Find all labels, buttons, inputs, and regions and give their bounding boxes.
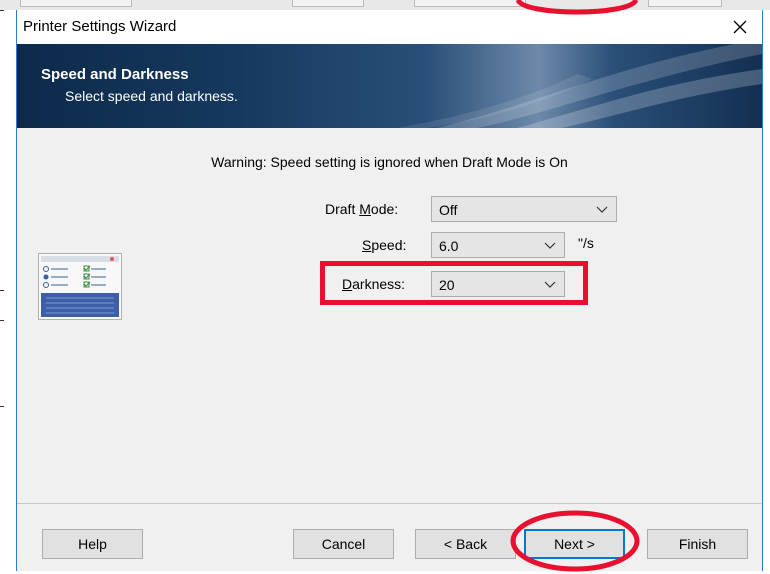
- speed-value: 6.0: [439, 238, 459, 254]
- settings-list-icon: [38, 253, 122, 320]
- background-tab: [414, 0, 526, 7]
- chevron-down-icon: [544, 242, 556, 249]
- draft-mode-label: Draft Mode:: [325, 201, 399, 217]
- speed-label: Speed:: [362, 237, 407, 253]
- banner-subtitle: Select speed and darkness.: [65, 88, 238, 104]
- banner-swoosh-graphic: [397, 44, 762, 128]
- draft-mode-value: Off: [439, 202, 458, 218]
- darkness-dropdown[interactable]: 20: [431, 271, 565, 297]
- darkness-value: 20: [439, 277, 455, 293]
- background-tab: [20, 0, 132, 7]
- next-button[interactable]: Next >: [524, 529, 625, 559]
- background-tab: [292, 0, 364, 7]
- speed-unit-label: "/s: [578, 235, 594, 251]
- close-icon: [733, 20, 747, 34]
- chevron-down-icon: [544, 281, 556, 288]
- close-button[interactable]: [718, 10, 762, 44]
- banner-title: Speed and Darkness: [41, 66, 189, 83]
- chevron-down-icon: [596, 206, 608, 213]
- finish-button[interactable]: Finish: [647, 529, 748, 559]
- speed-dropdown[interactable]: 6.0: [431, 232, 565, 258]
- speed-warning-text: Warning: Speed setting is ignored when D…: [211, 154, 568, 170]
- background-right-edge: [764, 10, 770, 571]
- footer-divider: [17, 503, 762, 504]
- darkness-label: Darkness:: [342, 276, 406, 292]
- help-button[interactable]: Help: [42, 529, 143, 559]
- background-left-edge: [0, 10, 16, 571]
- background-tab: [648, 0, 722, 7]
- wizard-content: Warning: Speed setting is ignored when D…: [17, 128, 762, 503]
- window-title: Printer Settings Wizard: [23, 18, 177, 35]
- back-button[interactable]: < Back: [415, 529, 516, 559]
- draft-mode-dropdown[interactable]: Off: [431, 196, 617, 222]
- cancel-button[interactable]: Cancel: [293, 529, 394, 559]
- background-app-strip: [0, 0, 770, 10]
- title-bar: Printer Settings Wizard: [17, 10, 762, 44]
- header-banner: Speed and Darkness Select speed and dark…: [17, 44, 762, 128]
- printer-settings-dialog: Printer Settings Wizard Speed and Darkne…: [16, 10, 763, 571]
